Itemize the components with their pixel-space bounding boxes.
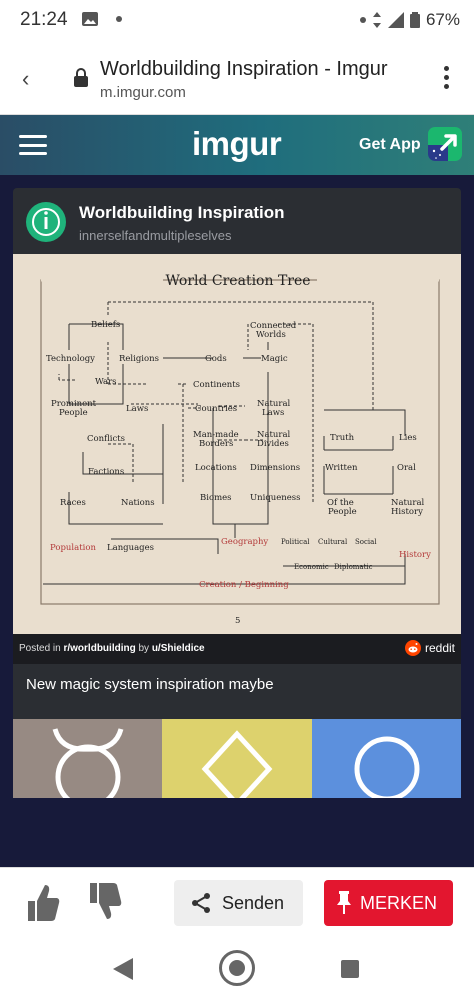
node-dimensions: Dimensions	[250, 463, 300, 473]
imgur-header: imgur Get App	[0, 115, 474, 175]
gallery-icon	[82, 12, 98, 26]
node-laws: Laws	[126, 404, 148, 414]
status-right: 67%	[359, 10, 460, 30]
node-diplomatic: Diplomatic	[334, 563, 373, 571]
pin-icon	[337, 891, 351, 914]
save-label: MERKEN	[360, 892, 438, 913]
page-url[interactable]: m.imgur.com	[100, 84, 186, 101]
node-uniqueness: Uniqueness	[250, 493, 301, 503]
node-connected-2: Worlds	[256, 330, 286, 340]
nav-back-icon[interactable]	[113, 958, 133, 980]
dot-icon	[359, 17, 366, 23]
node-natural-history-2: History	[391, 507, 423, 517]
node-languages: Languages	[107, 543, 154, 553]
node-gods: Gods	[205, 354, 227, 364]
avatar[interactable]	[26, 202, 66, 242]
reddit-badge[interactable]: reddit	[404, 640, 455, 656]
nav-recents-icon[interactable]	[341, 960, 359, 978]
node-natural-divides-2: Divides	[257, 439, 289, 449]
thumbs-down-icon[interactable]	[86, 881, 122, 923]
nav-home-icon[interactable]	[219, 950, 255, 986]
dot-icon	[116, 16, 122, 22]
save-button[interactable]: MERKEN	[324, 880, 453, 926]
node-technology: Technology	[46, 354, 95, 364]
node-written: Written	[325, 463, 358, 473]
post-username[interactable]: innerselfandmultipleselves	[79, 228, 231, 243]
system-nav-bar	[0, 937, 474, 1000]
node-countries: Countries	[195, 404, 237, 414]
author-link[interactable]: u/Shieldice	[152, 643, 205, 654]
hamburger-menu-icon[interactable]	[19, 135, 47, 155]
node-political: Political	[281, 538, 310, 546]
node-of-the-2: People	[328, 507, 357, 517]
post-description: New magic system inspiration maybe	[26, 676, 274, 693]
node-nations: Nations	[121, 498, 155, 508]
node-magic: Magic	[261, 354, 288, 364]
notification-icons	[82, 12, 122, 26]
node-cultural: Cultural	[318, 538, 348, 546]
node-manmade-2: Borders	[199, 439, 233, 449]
node-population: Population	[50, 543, 96, 553]
share-button[interactable]: Senden	[174, 880, 303, 926]
share-label: Senden	[222, 892, 285, 913]
node-creation: Creation / Beginning	[199, 580, 289, 590]
battery-icon	[409, 12, 420, 28]
node-history: History	[399, 550, 431, 560]
status-bar: 21:24 67%	[0, 0, 474, 40]
node-social: Social	[355, 538, 377, 546]
node-economic: Economic	[294, 563, 329, 571]
imgur-app-icon[interactable]	[428, 127, 462, 161]
reddit-label: reddit	[424, 641, 455, 655]
lock-icon	[74, 68, 88, 87]
node-biomes: Biomes	[200, 493, 232, 503]
get-app-link[interactable]: Get App	[359, 136, 421, 154]
posted-in-text: Posted in r/worldbuilding by u/Shieldice	[19, 643, 205, 654]
share-icon	[192, 893, 210, 913]
status-time: 21:24	[20, 9, 68, 30]
overflow-menu-icon[interactable]	[444, 66, 450, 89]
back-chevron-icon[interactable]: ‹	[22, 66, 29, 92]
node-conflicts: Conflicts	[87, 434, 125, 444]
node-races: Races	[60, 498, 86, 508]
subreddit-link[interactable]: r/worldbuilding	[63, 643, 135, 654]
diamond-symbol-tile	[162, 719, 312, 798]
node-continents: Continents	[193, 380, 240, 390]
post-feed: Worldbuilding Inspiration innerselfandmu…	[0, 175, 474, 867]
reddit-icon	[404, 640, 421, 656]
page-number: 5	[235, 616, 240, 626]
page-title[interactable]: Worldbuilding Inspiration - Imgur	[100, 58, 388, 81]
diagram-title: World Creation Tree	[165, 273, 310, 289]
node-wars: Wars	[95, 377, 117, 387]
signal-icon	[387, 12, 404, 28]
taurus-symbol-tile	[13, 719, 163, 798]
node-prominent-2: People	[59, 408, 88, 418]
post-image[interactable]: World Creation Tree Beliefs Technology R…	[13, 254, 461, 634]
node-lies: Lies	[399, 433, 417, 443]
node-beliefs: Beliefs	[91, 320, 120, 330]
battery-percent: 67%	[425, 10, 460, 29]
node-oral: Oral	[397, 463, 416, 473]
node-geography: Geography	[221, 537, 268, 547]
imgur-logo[interactable]: imgur	[192, 125, 282, 163]
node-natural-laws-2: Laws	[262, 408, 284, 418]
post-action-bar: Senden MERKEN	[0, 867, 474, 937]
second-post-image[interactable]	[13, 719, 461, 798]
node-locations: Locations	[195, 463, 237, 473]
circle-symbol-tile	[311, 719, 461, 798]
node-factions: Factions	[88, 467, 124, 477]
node-religions: Religions	[119, 354, 159, 364]
browser-toolbar: ‹ Worldbuilding Inspiration - Imgur m.im…	[0, 40, 474, 115]
thumbs-up-icon[interactable]	[24, 881, 60, 923]
data-arrows-icon	[372, 12, 381, 28]
reddit-source-bar: Posted in r/worldbuilding by u/Shieldice…	[13, 634, 461, 664]
node-truth: Truth	[330, 433, 355, 443]
post-title[interactable]: Worldbuilding Inspiration	[79, 203, 285, 223]
post-card: Worldbuilding Inspiration innerselfandmu…	[13, 188, 461, 798]
